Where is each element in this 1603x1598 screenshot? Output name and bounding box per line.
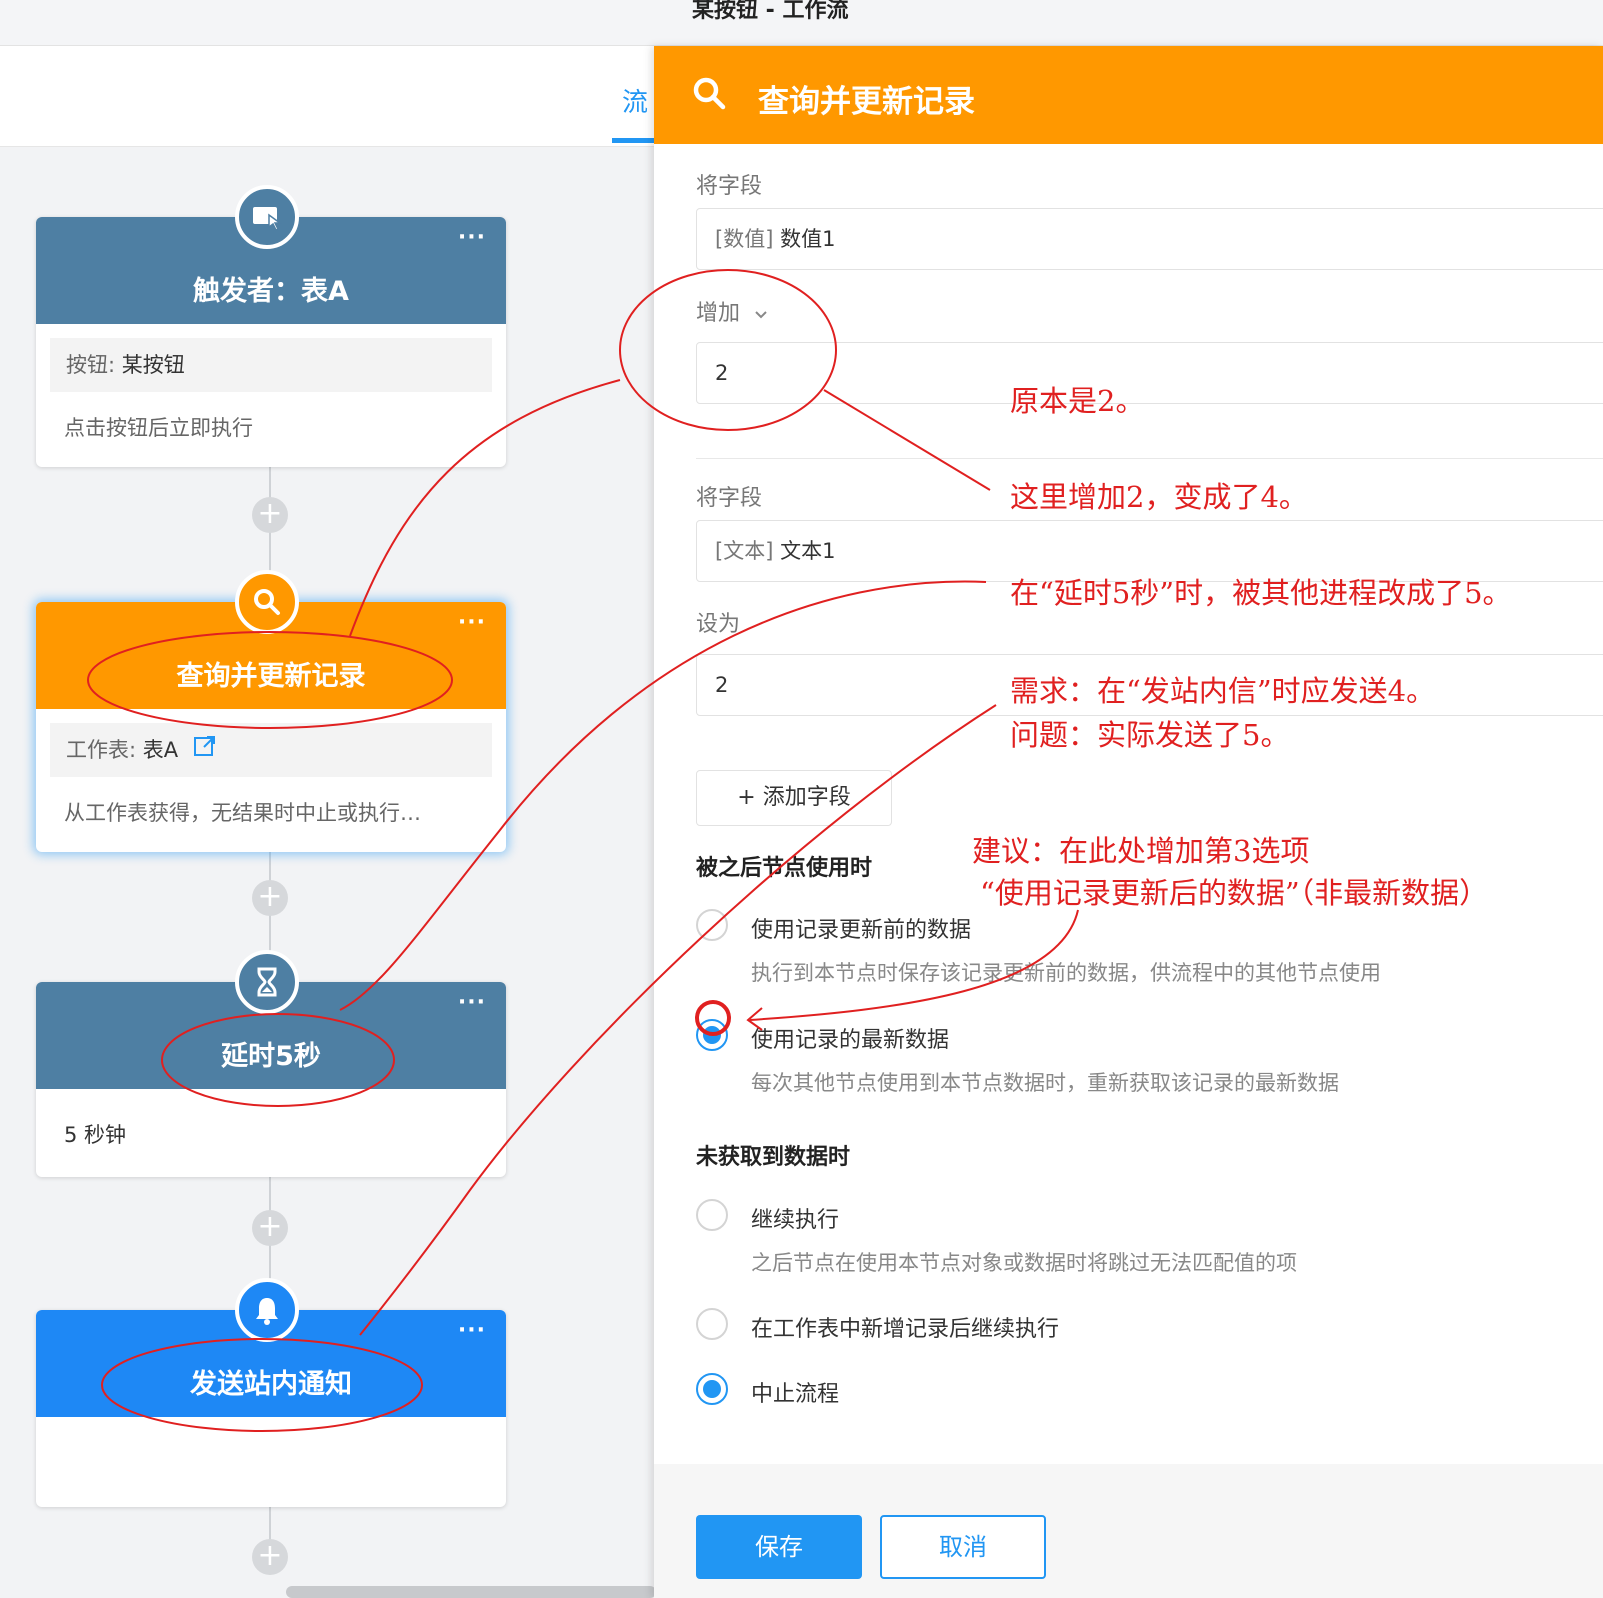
annotation-line bbox=[823, 389, 991, 491]
annotation-text: “使用记录更新后的数据”（非最新数据） bbox=[980, 876, 1489, 910]
annotation-arrow bbox=[749, 909, 1079, 1021]
annotation-circle bbox=[695, 1000, 731, 1036]
annotation-text: 需求：在“发站内信”时应发送4。 bbox=[1010, 674, 1436, 708]
annotation-text: 问题：实际发送了5。 bbox=[1010, 718, 1290, 752]
annotation-ellipse bbox=[619, 269, 837, 431]
annotation-text: 在“延时5秒”时，被其他进程改成了5。 bbox=[1010, 576, 1512, 610]
annotation-line bbox=[349, 379, 621, 637]
annotation-overlay bbox=[87, 269, 1079, 1432]
annotation-text: 原本是2。 bbox=[1010, 384, 1145, 418]
annotation-text: 建议：在此处增加第3选项 bbox=[972, 834, 1310, 868]
annotation-ellipse bbox=[101, 1338, 423, 1432]
annotation-line bbox=[339, 580, 987, 1011]
annotation-text: 这里增加2，变成了4。 bbox=[1010, 480, 1308, 514]
annotation-line bbox=[359, 704, 997, 1336]
annotation-ellipse bbox=[161, 1013, 395, 1107]
annotation-ellipse bbox=[87, 631, 453, 729]
